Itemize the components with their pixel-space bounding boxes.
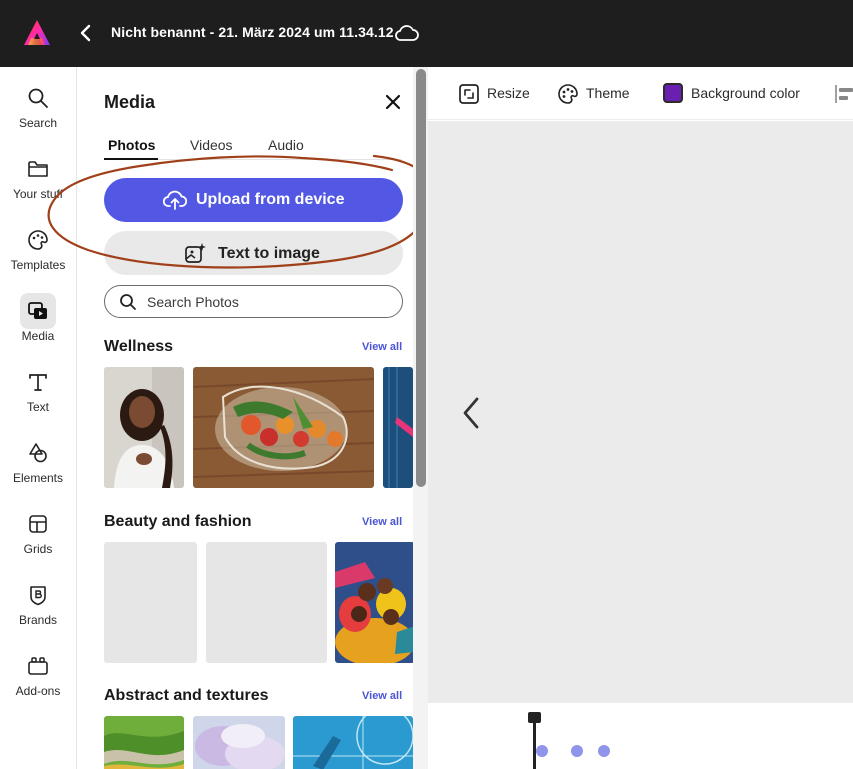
resize-button[interactable]: Resize <box>458 81 530 107</box>
section-title-beauty-and-fashion: Beauty and fashion <box>104 513 252 530</box>
view-all-wellness-link[interactable]: View all <box>362 341 402 353</box>
folder-icon <box>20 151 56 187</box>
panel-title: Media <box>104 92 156 112</box>
view-all-beauty-link[interactable]: View all <box>362 516 402 528</box>
rail-item-media[interactable]: Media <box>0 293 76 355</box>
upload-button-label: Upload from device <box>196 191 345 208</box>
close-icon[interactable] <box>384 93 402 111</box>
rail-label: Your stuff <box>12 187 64 201</box>
text-to-image-button[interactable]: Text to image <box>104 231 403 275</box>
timeline-strip <box>428 703 853 769</box>
page-dot[interactable] <box>598 745 610 757</box>
resize-label: Resize <box>487 85 530 101</box>
tab-photos[interactable]: Photos <box>108 137 155 153</box>
background-color-label: Background color <box>691 85 800 101</box>
rail-label: Text <box>26 400 49 414</box>
tab-videos[interactable]: Videos <box>190 137 233 153</box>
active-tab-indicator <box>104 158 158 160</box>
search-input[interactable] <box>147 292 387 312</box>
text-to-image-icon <box>185 243 206 263</box>
upload-from-device-button[interactable]: Upload from device <box>104 178 403 222</box>
theme-button[interactable]: Theme <box>557 81 633 107</box>
adobe-express-logo[interactable] <box>22 18 52 48</box>
rail-label: Grids <box>23 542 53 556</box>
align-icon[interactable] <box>834 83 853 105</box>
rail-item-brands[interactable]: Brands <box>0 577 76 639</box>
rail-label: Brands <box>18 613 58 627</box>
tab-audio[interactable]: Audio <box>268 137 304 153</box>
rail-item-your-stuff[interactable]: Your stuff <box>0 151 76 213</box>
theme-palette-icon <box>558 84 578 104</box>
design-canvas[interactable] <box>428 121 853 703</box>
rail-item-text[interactable]: Text <box>0 364 76 426</box>
templates-icon <box>20 222 56 258</box>
photo-thumbnail-blue-lines[interactable] <box>293 716 413 769</box>
photo-thumbnail-green-landscape[interactable] <box>104 716 184 769</box>
panel-scrollbar-thumb[interactable] <box>416 69 426 487</box>
theme-label: Theme <box>586 85 630 101</box>
page-dot[interactable] <box>571 745 583 757</box>
playhead-handle[interactable] <box>528 712 541 723</box>
section-title-wellness: Wellness <box>104 338 174 355</box>
grids-icon <box>20 506 56 542</box>
text-to-image-label: Text to image <box>218 245 320 262</box>
photo-thumbnail-loading[interactable] <box>206 542 327 663</box>
elements-icon <box>20 435 56 471</box>
photo-thumbnail-blue-door[interactable] <box>383 367 413 488</box>
add-ons-icon <box>20 648 56 684</box>
view-all-abstract-link[interactable]: View all <box>362 690 402 702</box>
rail-label: Add-ons <box>15 684 61 698</box>
rail-item-elements[interactable]: Elements <box>0 435 76 497</box>
rail-item-templates[interactable]: Templates <box>0 222 76 284</box>
text-icon <box>20 364 56 400</box>
media-panel: Media Photos Videos Audio Upload from de… <box>77 67 428 769</box>
cloud-upload-icon <box>163 190 187 210</box>
photo-search-box[interactable] <box>104 285 403 318</box>
photo-thumbnail-purple-clouds[interactable] <box>193 716 285 769</box>
rail-item-grids[interactable]: Grids <box>0 506 76 568</box>
photo-thumbnail-loading[interactable] <box>104 542 197 663</box>
search-icon <box>120 294 136 310</box>
background-color-swatch <box>663 83 683 103</box>
left-rail: Search Your stuff Templates Media Text E… <box>0 67 77 769</box>
media-icon <box>20 293 56 329</box>
rail-item-search[interactable]: Search <box>0 80 76 142</box>
canvas-toolbar: Resize Theme Background color <box>428 67 853 120</box>
document-title[interactable]: Nicht benannt - 21. März 2024 um 11.34.1… <box>111 24 394 40</box>
rail-label: Templates <box>10 258 66 272</box>
background-color-button[interactable]: Background color <box>663 81 808 107</box>
resize-icon <box>459 84 479 104</box>
rail-label: Search <box>18 116 58 130</box>
rail-label: Media <box>21 329 55 343</box>
photo-thumbnail-colorful-group[interactable] <box>335 542 415 663</box>
top-bar: Nicht benannt - 21. März 2024 um 11.34.1… <box>0 0 853 67</box>
photo-thumbnail-smiling-woman[interactable] <box>104 367 184 488</box>
back-chevron-icon[interactable] <box>76 22 96 44</box>
cloud-sync-icon[interactable] <box>394 22 420 44</box>
previous-page-arrow-icon[interactable] <box>458 395 484 431</box>
brands-icon <box>20 577 56 613</box>
rail-label: Elements <box>12 471 64 485</box>
search-icon <box>20 80 56 116</box>
section-title-abstract-and-textures: Abstract and textures <box>104 687 269 704</box>
media-tabs: Photos Videos Audio <box>104 137 404 159</box>
page-dot[interactable] <box>536 745 548 757</box>
rail-item-add-ons[interactable]: Add-ons <box>0 648 76 710</box>
photo-thumbnail-vegetable-bag[interactable] <box>193 367 374 488</box>
